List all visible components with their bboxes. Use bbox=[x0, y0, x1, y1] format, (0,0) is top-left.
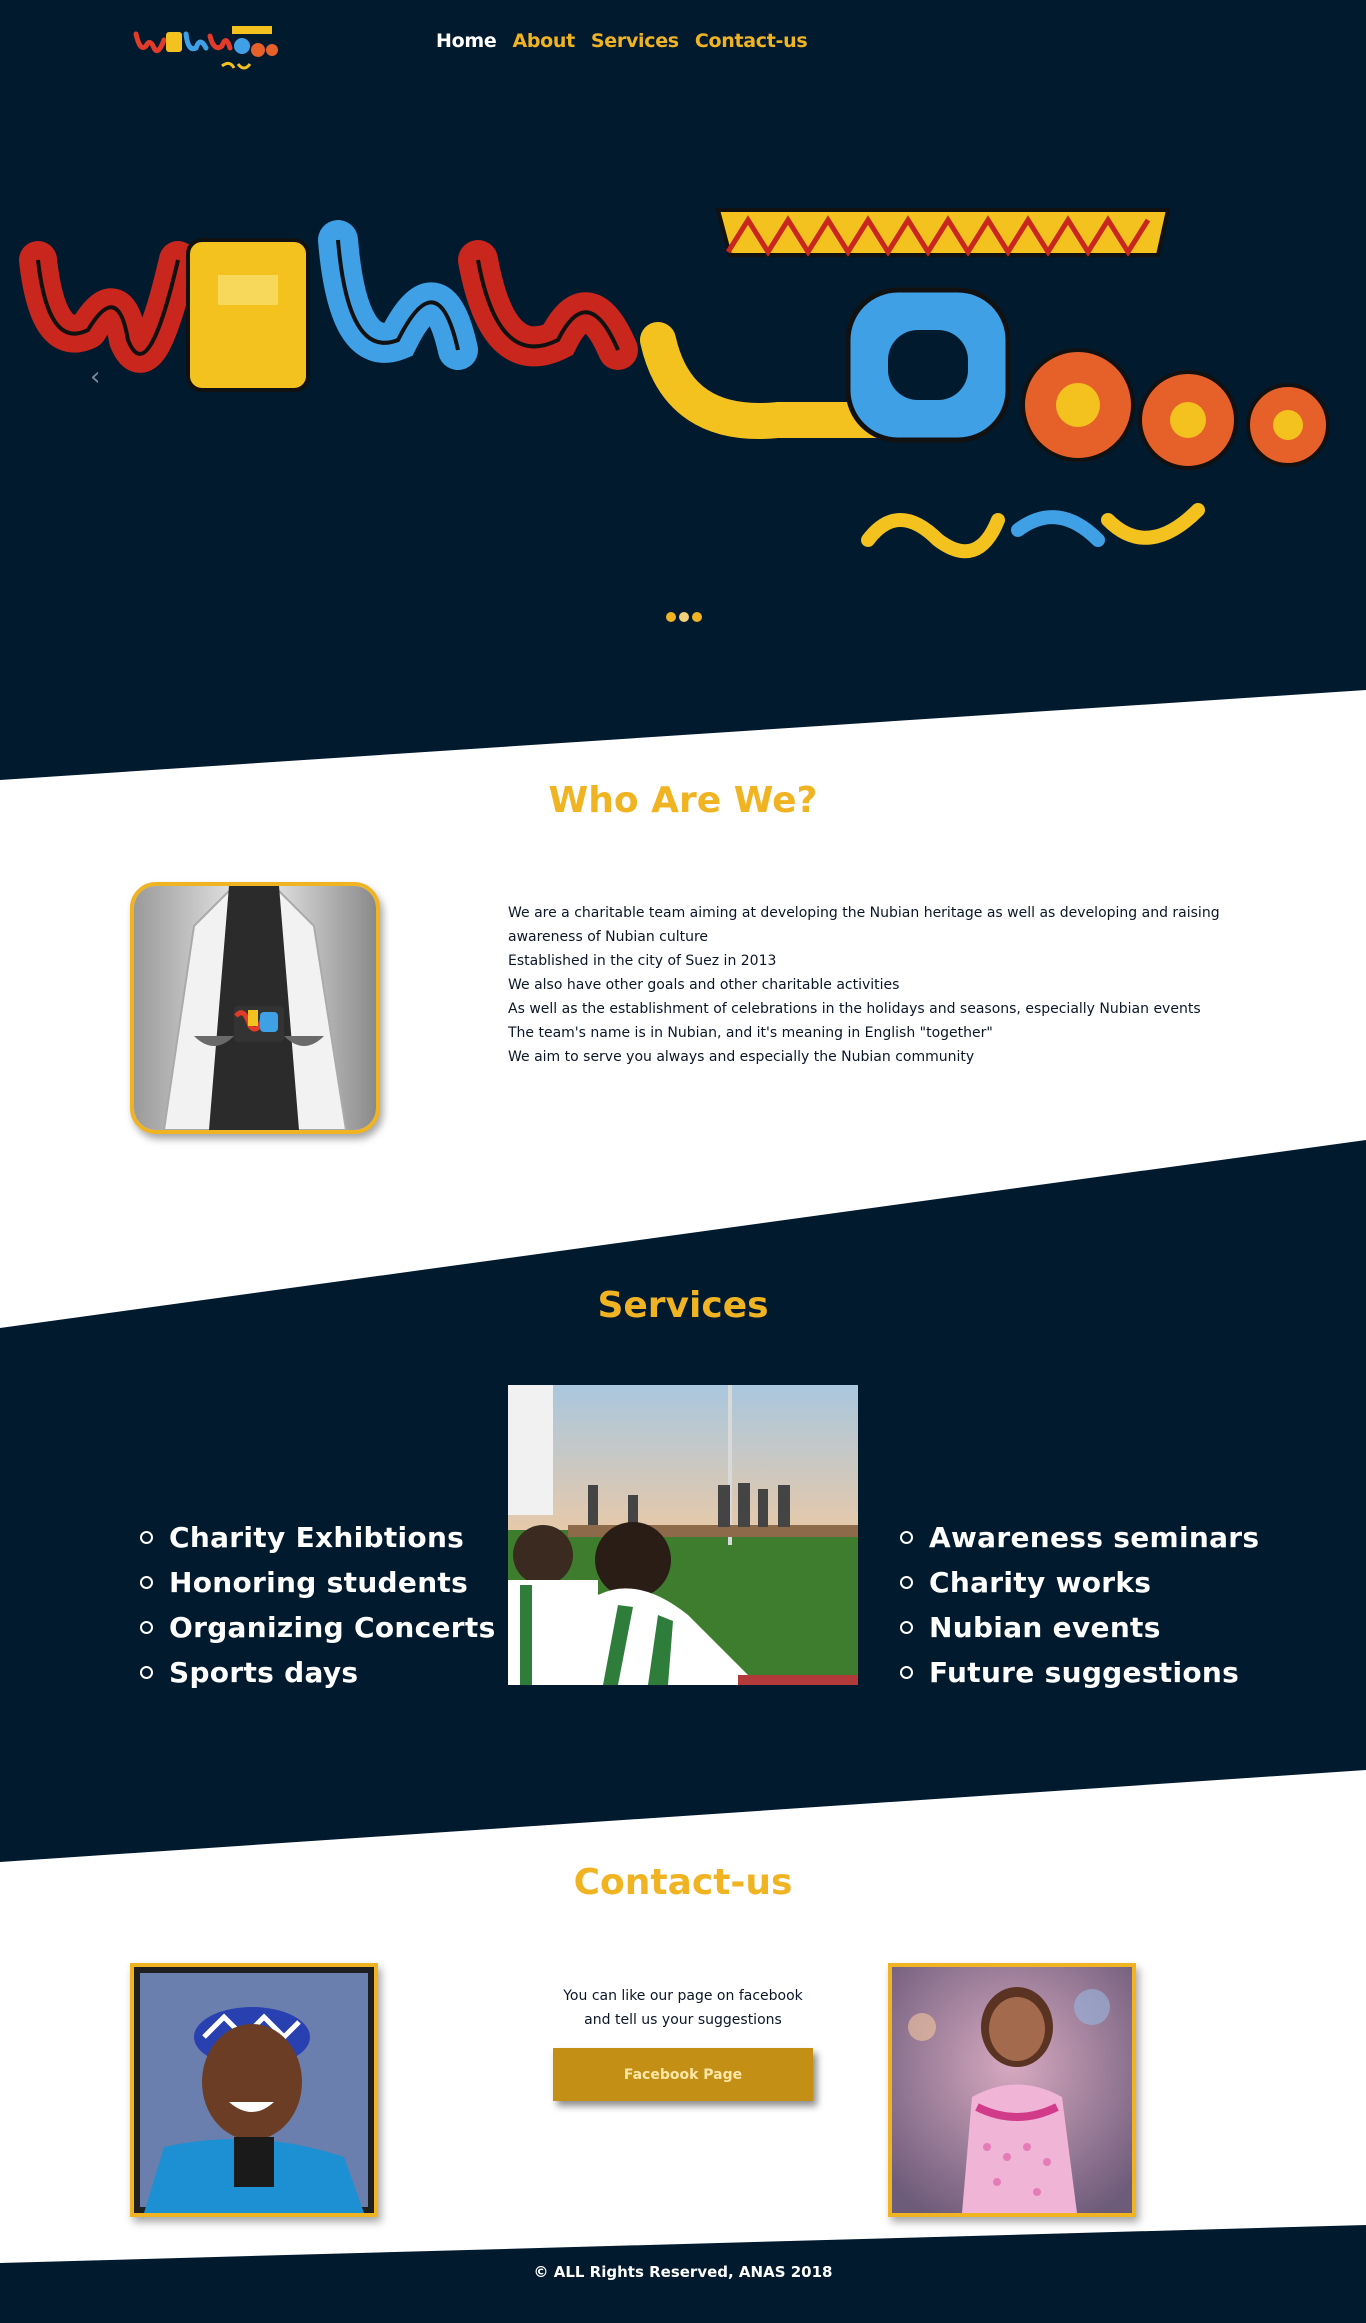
nav-about[interactable]: About bbox=[512, 30, 575, 52]
bullet-icon bbox=[140, 1666, 153, 1679]
services-photo bbox=[508, 1385, 858, 1685]
service-item: Honoring students bbox=[140, 1560, 496, 1605]
main-nav: Home About Services Contact-us bbox=[436, 30, 808, 52]
about-line: Established in the city of Suez in 2013 bbox=[508, 953, 777, 969]
bullet-icon bbox=[900, 1531, 913, 1544]
services-list-right: Awareness seminars Charity works Nubian … bbox=[900, 1515, 1259, 1695]
service-item: Charity Exhibtions bbox=[140, 1515, 496, 1560]
service-item: Future suggestions bbox=[900, 1650, 1259, 1695]
carousel-dot[interactable] bbox=[692, 612, 702, 622]
carousel-prev-icon[interactable]: ‹ bbox=[90, 362, 100, 392]
contact-photo-boy bbox=[130, 1963, 378, 2217]
about-line: We also have other goals and other chari… bbox=[508, 977, 900, 993]
nav-home[interactable]: Home bbox=[436, 30, 497, 52]
contact-line: and tell us your suggestions bbox=[584, 2012, 782, 2028]
bullet-icon bbox=[900, 1666, 913, 1679]
footer-copyright: © ALL Rights Reserved, ANAS 2018 bbox=[533, 2263, 833, 2281]
contact-title: Contact-us bbox=[573, 1862, 793, 1903]
bullet-icon bbox=[140, 1576, 153, 1589]
bullet-icon bbox=[140, 1531, 153, 1544]
about-title: Who Are We? bbox=[548, 780, 818, 821]
about-line: As well as the establishment of celebrat… bbox=[508, 1001, 1201, 1017]
bullet-icon bbox=[140, 1621, 153, 1634]
about-line: The team's name is in Nubian, and it's m… bbox=[508, 1025, 993, 1041]
service-item: Organizing Concerts bbox=[140, 1605, 496, 1650]
service-item: Nubian events bbox=[900, 1605, 1259, 1650]
bullet-icon bbox=[900, 1576, 913, 1589]
service-item: Sports days bbox=[140, 1650, 496, 1695]
service-item: Charity works bbox=[900, 1560, 1259, 1605]
nav-services[interactable]: Services bbox=[591, 30, 679, 52]
contact-photo-girl bbox=[888, 1963, 1136, 2217]
about-text: We are a charitable team aiming at devel… bbox=[508, 901, 1248, 1069]
services-title: Services bbox=[597, 1285, 769, 1326]
facebook-page-button[interactable]: Facebook Page bbox=[553, 2048, 813, 2101]
carousel-indicators bbox=[666, 612, 702, 622]
nav-contact-us[interactable]: Contact-us bbox=[695, 30, 808, 52]
bullet-icon bbox=[900, 1621, 913, 1634]
about-photo bbox=[130, 882, 380, 1134]
carousel-dot[interactable] bbox=[666, 612, 676, 622]
service-item: Awareness seminars bbox=[900, 1515, 1259, 1560]
contact-line: You can like our page on facebook bbox=[563, 1988, 803, 2004]
carousel-dot[interactable] bbox=[679, 612, 689, 622]
services-list-left: Charity Exhibtions Honoring students Org… bbox=[140, 1515, 496, 1695]
contact-text: You can like our page on facebook and te… bbox=[508, 1984, 858, 2032]
site-logo[interactable] bbox=[130, 18, 280, 84]
about-line: We aim to serve you always and especiall… bbox=[508, 1049, 975, 1065]
about-line: We are a charitable team aiming at devel… bbox=[508, 905, 1220, 945]
hero-slide-image bbox=[19, 208, 1330, 559]
